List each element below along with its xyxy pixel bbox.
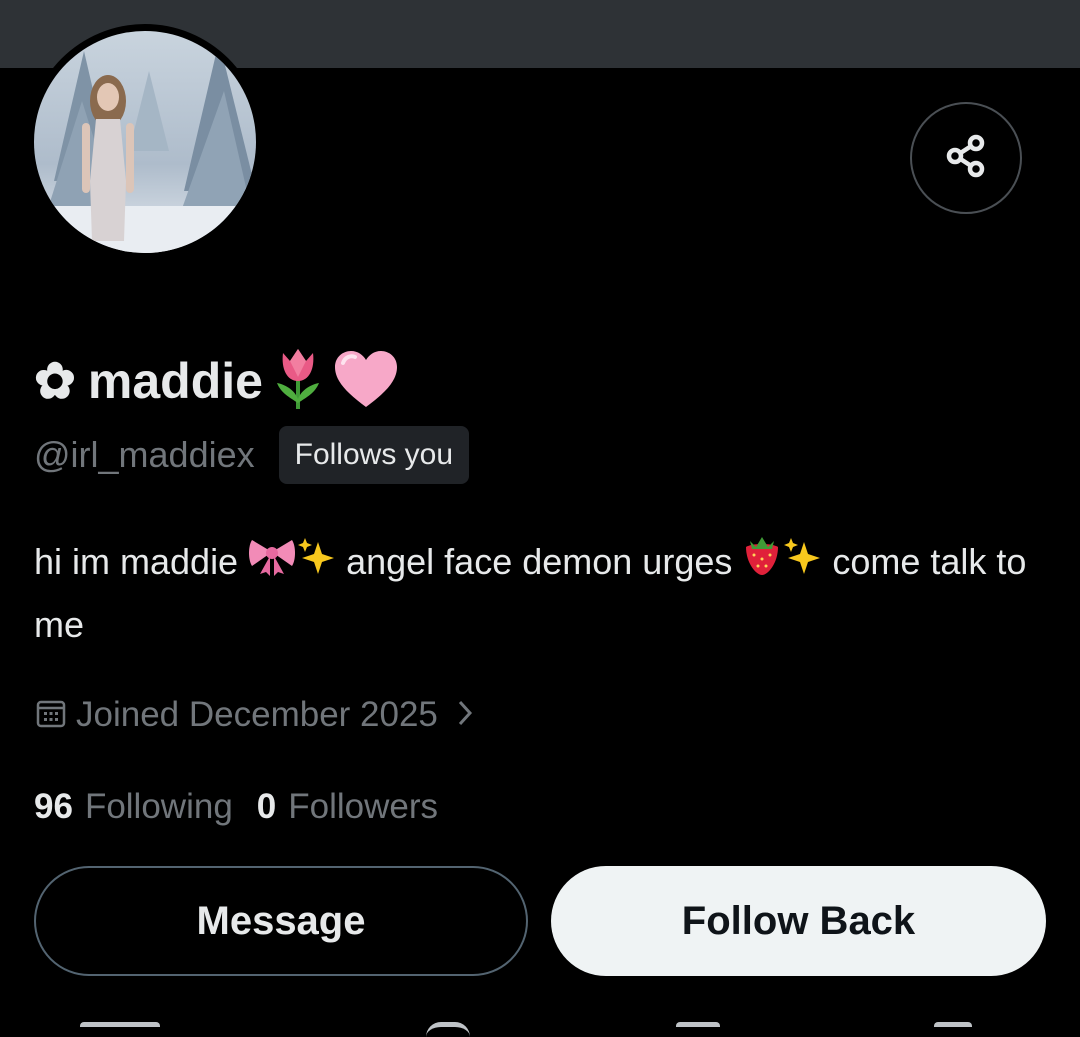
- calendar-icon: [36, 698, 66, 733]
- display-name-prefix: ✿: [34, 353, 76, 409]
- username-handle: @irl_maddiex: [34, 434, 255, 475]
- followers-count: 0: [256, 787, 277, 826]
- followers-stat[interactable]: 0 Followers: [257, 787, 438, 827]
- peek-shape: [80, 1022, 160, 1037]
- strawberry-emoji: [742, 533, 782, 595]
- peek-shape: [934, 1022, 972, 1037]
- follow-back-button[interactable]: Follow Back: [551, 866, 1046, 976]
- bio-text-2: angel face demon urges: [336, 541, 743, 582]
- sparkles-emoji: [782, 534, 822, 594]
- display-name: maddie: [87, 353, 263, 409]
- ribbon-emoji: [248, 534, 296, 594]
- joined-date: Joined December 2025: [76, 695, 438, 734]
- follow-stats: 96 Following 0 Followers: [34, 782, 438, 832]
- sparkles-emoji: [296, 534, 336, 594]
- pink-heart-emoji: [333, 349, 399, 414]
- follows-you-badge: Follows you: [278, 426, 470, 484]
- followers-label: Followers: [288, 787, 439, 826]
- bio-text-1: hi im maddie: [34, 541, 249, 582]
- display-name-row: ✿ maddie: [34, 346, 399, 416]
- peek-shape: [426, 1022, 470, 1037]
- following-count: 96: [34, 787, 73, 826]
- profile-bio: hi im maddie angel face demon urges come…: [34, 532, 1044, 655]
- next-section-peek: [0, 1020, 1080, 1032]
- handle-row: @irl_maddiex Follows you: [34, 426, 470, 484]
- joined-date-row[interactable]: Joined December 2025: [36, 690, 474, 740]
- following-label: Following: [84, 787, 233, 826]
- peek-shape: [676, 1022, 720, 1037]
- chevron-right-icon: [456, 698, 474, 733]
- profile-avatar[interactable]: [27, 24, 263, 260]
- avatar-image: [34, 31, 256, 253]
- tulip-emoji: [275, 347, 321, 416]
- share-button[interactable]: [910, 102, 1022, 214]
- message-button[interactable]: Message: [34, 866, 528, 976]
- share-icon: [942, 132, 990, 185]
- following-stat[interactable]: 96 Following: [34, 787, 233, 827]
